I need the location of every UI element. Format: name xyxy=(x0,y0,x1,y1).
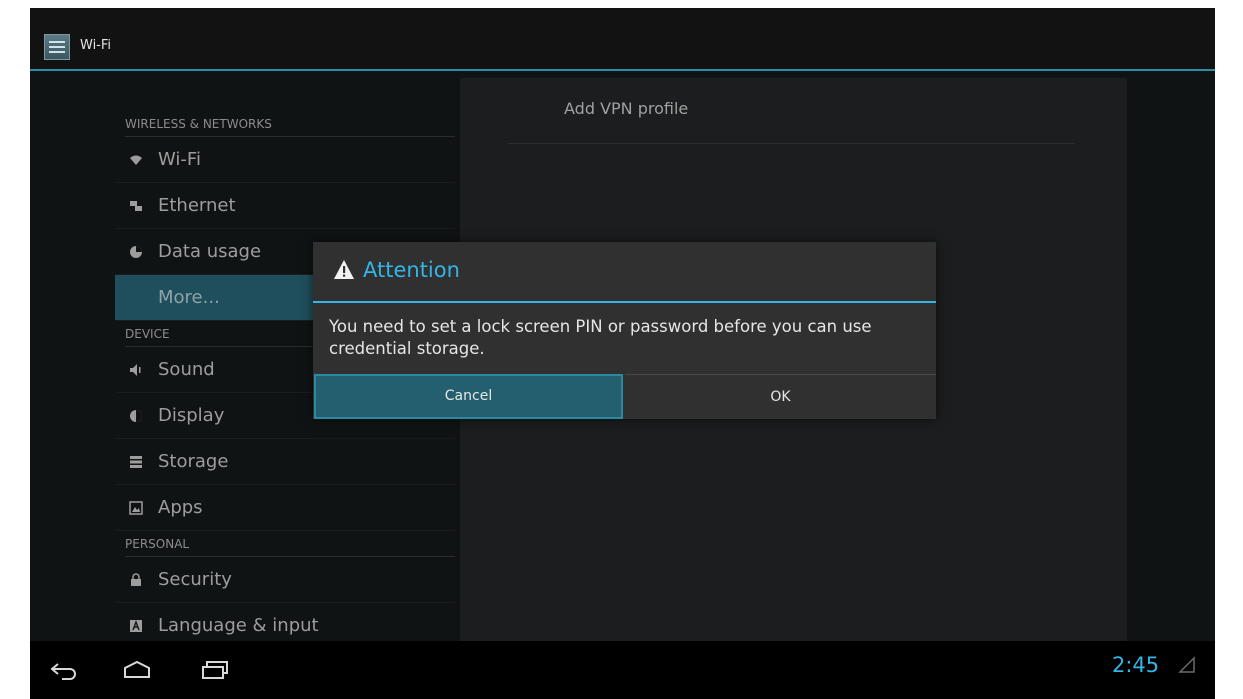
lock-icon xyxy=(126,557,146,606)
section-personal: PERSONAL xyxy=(125,531,455,557)
section-wireless-networks: WIRELESS & NETWORKS xyxy=(125,111,455,137)
sidebar-item-storage[interactable]: Storage xyxy=(115,439,455,485)
action-bar: Wi-Fi xyxy=(30,8,1215,71)
sidebar-item-apps[interactable]: Apps xyxy=(115,485,455,531)
home-icon[interactable] xyxy=(122,659,152,681)
data-usage-icon xyxy=(126,229,146,278)
sidebar-item-label: Apps xyxy=(158,497,203,518)
divider xyxy=(508,143,1075,144)
sidebar-item-label: Display xyxy=(158,405,225,426)
sidebar-item-label: Ethernet xyxy=(158,195,236,216)
sidebar-item-label: Storage xyxy=(158,451,229,472)
back-icon[interactable] xyxy=(48,659,78,681)
sidebar-item-wifi[interactable]: Wi-Fi xyxy=(115,137,455,183)
cancel-button[interactable]: Cancel xyxy=(314,374,623,419)
detail-pane-title[interactable]: Add VPN profile xyxy=(564,99,688,118)
ok-button[interactable]: OK xyxy=(625,374,936,419)
status-clock[interactable]: 2:45 xyxy=(1112,653,1159,677)
sidebar-item-label: Sound xyxy=(158,359,215,380)
sidebar-item-ethernet[interactable]: Ethernet xyxy=(115,183,455,229)
attention-dialog: Attention You need to set a lock screen … xyxy=(313,242,936,419)
sidebar-item-label: Security xyxy=(158,569,232,590)
sidebar-item-label: Data usage xyxy=(158,241,262,262)
sidebar-item-label: Wi-Fi xyxy=(158,149,201,170)
apps-icon xyxy=(126,485,146,534)
sidebar-item-security[interactable]: Security xyxy=(115,557,455,603)
wifi-icon xyxy=(126,137,146,186)
recent-apps-icon[interactable] xyxy=(200,659,230,681)
system-navigation-bar: 2:45 xyxy=(30,641,1215,699)
sound-icon xyxy=(126,347,146,396)
signal-icon xyxy=(1178,656,1195,673)
warning-icon xyxy=(334,260,354,279)
ethernet-icon xyxy=(126,183,146,232)
dialog-message: You need to set a lock screen PIN or pas… xyxy=(329,317,872,358)
dialog-title: Attention xyxy=(363,258,460,282)
settings-app-icon[interactable] xyxy=(44,34,70,60)
display-icon xyxy=(126,393,146,442)
sidebar-item-label: More... xyxy=(158,287,220,308)
android-screen: Wi-Fi WIRELESS & NETWORKS Wi-Fi Ethernet xyxy=(30,8,1215,699)
storage-icon xyxy=(126,439,146,488)
action-bar-title: Wi-Fi xyxy=(80,38,112,53)
dialog-header: Attention xyxy=(313,242,936,303)
